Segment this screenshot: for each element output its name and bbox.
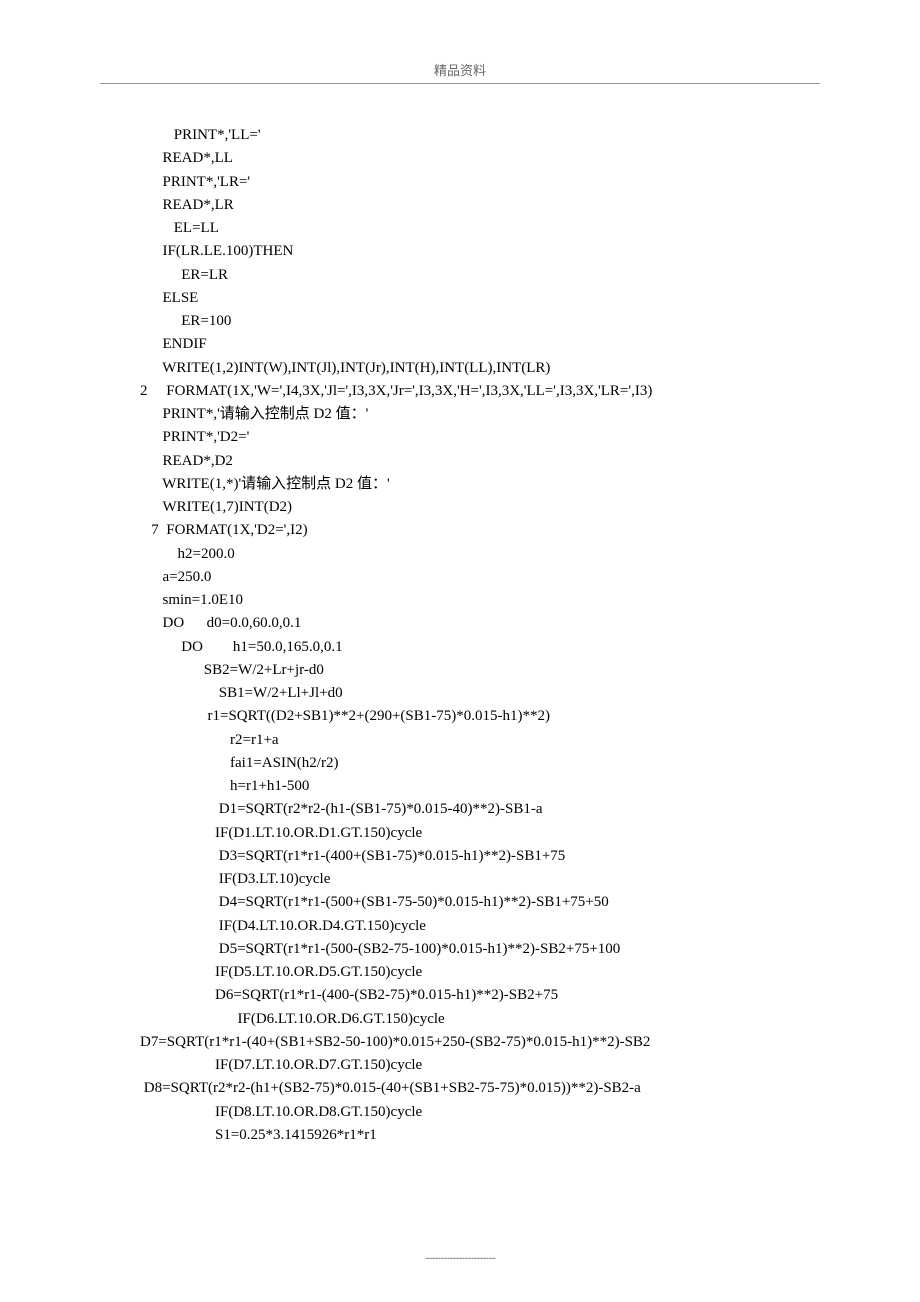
- page-header-title: 精品资料: [100, 60, 820, 83]
- page-footer-marks: ........................................…: [0, 1251, 920, 1262]
- document-page: 精品资料 PRINT*,'LL=' READ*,LL PRINT*,'LR=' …: [0, 0, 920, 1187]
- code-block: PRINT*,'LL=' READ*,LL PRINT*,'LR=' READ*…: [140, 124, 820, 1147]
- header-divider: [100, 83, 820, 84]
